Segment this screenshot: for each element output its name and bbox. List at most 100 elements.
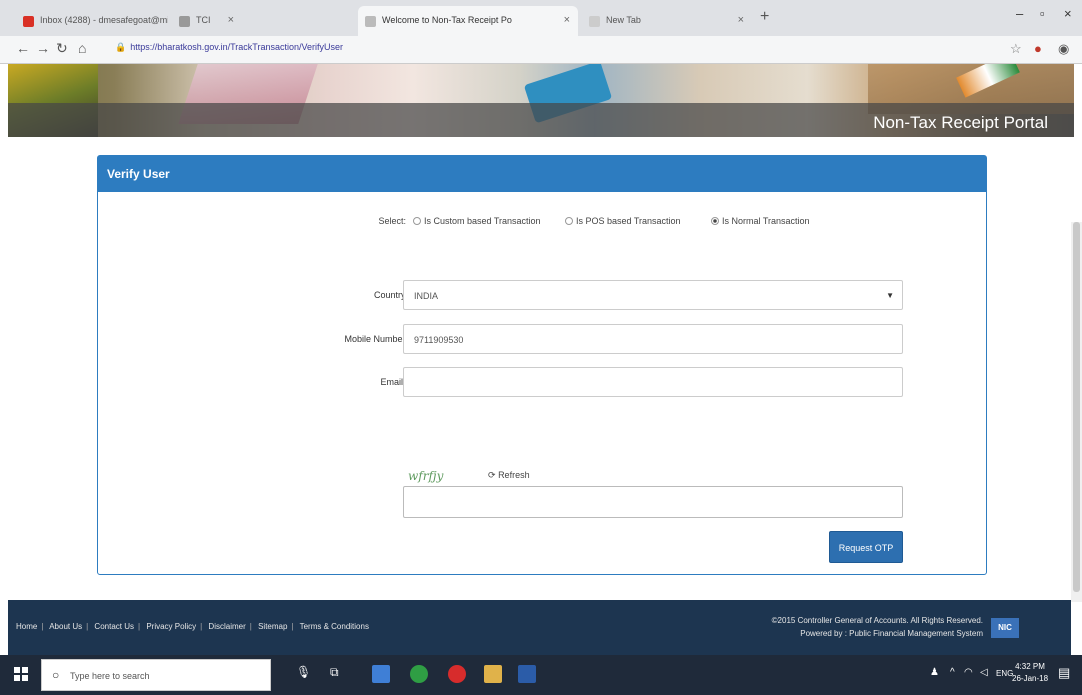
captcha-image: wfrfjy xyxy=(408,469,444,483)
language-indicator[interactable]: ENG xyxy=(996,669,1013,678)
close-icon[interactable]: × xyxy=(738,14,744,26)
mobile-row: Mobile Number: 9711909530 xyxy=(98,324,988,356)
page-icon xyxy=(589,16,600,27)
site-banner: Non-Tax Receipt Portal xyxy=(8,64,1074,137)
footer-link-sitemap[interactable]: Sitemap xyxy=(258,622,287,631)
search-icon: ○ xyxy=(52,668,60,682)
page-icon xyxy=(179,16,190,27)
mobile-number-field[interactable]: 9711909530 xyxy=(403,324,903,354)
taskbar-clock[interactable]: 4:32 PM 26-Jan-18 xyxy=(1012,661,1048,685)
footer-link-about[interactable]: About Us xyxy=(49,622,82,631)
refresh-icon: ⟳ xyxy=(488,470,496,480)
clock-date: 26-Jan-18 xyxy=(1012,674,1049,683)
page-icon xyxy=(365,16,376,27)
word-icon[interactable] xyxy=(518,665,536,683)
microphone-icon[interactable]: 🎙 xyxy=(296,665,311,679)
footer-link-disclaimer[interactable]: Disclaimer xyxy=(208,622,245,631)
footer-link-terms[interactable]: Terms & Conditions xyxy=(300,622,369,631)
select-label: Select: xyxy=(378,216,406,226)
tray-chevron-icon[interactable]: ^ xyxy=(950,667,955,678)
taskbar-search[interactable]: ○ Type here to search xyxy=(41,659,271,691)
footer-copyright: ©2015 Controller General of Accounts. Al… xyxy=(772,614,983,640)
network-icon[interactable]: ◠ xyxy=(964,667,973,678)
forward-icon[interactable]: → xyxy=(36,40,50,56)
gmail-icon xyxy=(23,16,34,27)
search-placeholder: Type here to search xyxy=(70,671,150,681)
email-field[interactable] xyxy=(403,367,903,397)
portal-title: Non-Tax Receipt Portal xyxy=(873,113,1048,132)
url-text: https://bharatkosh.gov.in/TrackTransacti… xyxy=(130,42,343,52)
radio-selected-icon xyxy=(711,217,719,225)
country-row: Country: INDIA ▼ xyxy=(98,280,988,312)
minimize-icon[interactable]: – xyxy=(1016,6,1023,21)
radio-pos-transaction[interactable]: Is POS based Transaction xyxy=(565,216,681,226)
reload-icon[interactable]: ↻ xyxy=(56,40,68,57)
email-row: Email : xyxy=(98,367,988,399)
close-icon[interactable]: × xyxy=(564,14,570,26)
browser-tab-gmail[interactable]: Inbox (4288) - dmesafegoat@mi xyxy=(16,6,168,36)
browser-tab-new[interactable]: New Tab × xyxy=(582,6,752,36)
tab-label: Welcome to Non-Tax Receipt Po xyxy=(382,15,512,25)
windows-start-icon[interactable] xyxy=(14,667,28,681)
volume-icon[interactable]: ◁ xyxy=(980,667,988,678)
footer-link-contact[interactable]: Contact Us xyxy=(94,622,134,631)
close-icon[interactable]: × xyxy=(228,14,234,26)
powered-by-text: Powered by : Public Financial Management… xyxy=(800,629,983,638)
captcha-input[interactable] xyxy=(403,486,903,518)
tab-label: TCI xyxy=(196,15,211,25)
radio-label: Is Normal Transaction xyxy=(722,216,810,226)
back-icon[interactable]: ← xyxy=(16,40,30,56)
tab-label: New Tab xyxy=(606,15,641,25)
tab-label: Inbox (4288) - dmesafegoat@mi xyxy=(40,15,168,25)
radio-normal-transaction[interactable]: Is Normal Transaction xyxy=(711,216,810,226)
new-tab-icon[interactable]: + xyxy=(760,8,769,26)
opera-icon[interactable] xyxy=(448,665,466,683)
chevron-down-icon: ▼ xyxy=(886,291,894,300)
extension-icon[interactable]: ● xyxy=(1034,41,1042,56)
edge-icon[interactable] xyxy=(372,665,390,683)
notifications-icon[interactable]: ▤ xyxy=(1058,665,1070,681)
footer-link-privacy[interactable]: Privacy Policy xyxy=(146,622,196,631)
file-explorer-icon[interactable] xyxy=(484,665,502,683)
address-bar: ← → ↻ ⌂ 🔒 https://bharatkosh.gov.in/Track… xyxy=(0,36,1082,64)
radio-label: Is POS based Transaction xyxy=(576,216,681,226)
chrome-icon[interactable] xyxy=(410,665,428,683)
email-label: Email : xyxy=(380,377,408,387)
radio-label: Is Custom based Transaction xyxy=(424,216,541,226)
page-scrollbar[interactable] xyxy=(1071,222,1082,602)
radio-icon xyxy=(565,217,573,225)
close-window-icon[interactable]: × xyxy=(1064,6,1072,21)
panel-title: Verify User xyxy=(98,156,986,192)
refresh-label: Refresh xyxy=(498,470,530,480)
home-icon[interactable]: ⌂ xyxy=(78,40,86,56)
country-value: INDIA xyxy=(414,291,439,301)
taskbar: ○ Type here to search 🎙 ⧉ ♟ ^ ◠ ◁ ENG 4:… xyxy=(0,655,1082,695)
clock-time: 4:32 PM xyxy=(1015,662,1045,671)
footer-links: Home | About Us | Contact Us | Privacy Poli… xyxy=(16,622,369,631)
browser-tab-tci[interactable]: TCI × xyxy=(172,6,242,36)
task-view-icon[interactable]: ⧉ xyxy=(330,665,339,680)
scrollbar-thumb[interactable] xyxy=(1073,222,1080,592)
request-otp-button[interactable]: Request OTP xyxy=(829,531,903,563)
mobile-value: 9711909530 xyxy=(414,335,464,345)
lock-icon: 🔒 xyxy=(115,42,127,52)
star-icon[interactable]: ☆ xyxy=(1010,41,1022,57)
maximize-icon[interactable]: ▫ xyxy=(1040,6,1045,21)
radio-icon xyxy=(413,217,421,225)
screen: Inbox (4288) - dmesafegoat@mi TCI × Welc… xyxy=(0,0,1082,695)
url-field[interactable]: 🔒 https://bharatkosh.gov.in/TrackTransact… xyxy=(115,42,343,53)
extension-icon[interactable]: ◉ xyxy=(1058,41,1069,57)
people-icon[interactable]: ♟ xyxy=(930,667,939,678)
copyright-text: ©2015 Controller General of Accounts. Al… xyxy=(771,616,983,625)
country-select[interactable]: INDIA ▼ xyxy=(403,280,903,310)
verify-user-panel: Verify User Select: Is Custom based Tran… xyxy=(97,155,987,575)
mobile-label: Mobile Number: xyxy=(344,334,408,344)
radio-custom-transaction[interactable]: Is Custom based Transaction xyxy=(413,216,541,226)
refresh-captcha-link[interactable]: ⟳ Refresh xyxy=(488,470,530,481)
footer-link-home[interactable]: Home xyxy=(16,622,37,631)
nic-logo: NIC xyxy=(991,618,1019,638)
browser-tabstrip: Inbox (4288) - dmesafegoat@mi TCI × Welc… xyxy=(0,0,1082,36)
country-label: Country: xyxy=(373,290,408,300)
site-footer: Home | About Us | Contact Us | Privacy Poli… xyxy=(8,600,1071,655)
browser-tab-ntrp[interactable]: Welcome to Non-Tax Receipt Po × xyxy=(358,6,578,36)
